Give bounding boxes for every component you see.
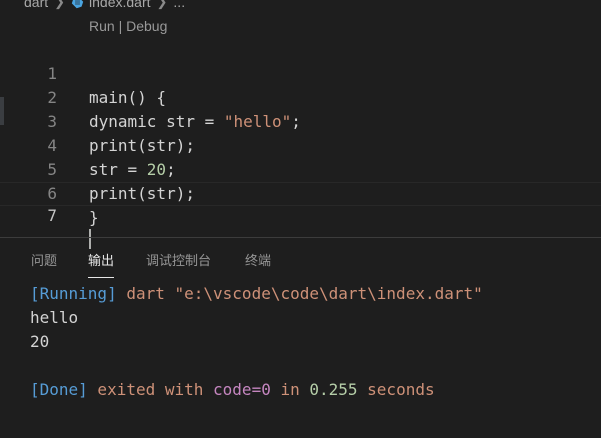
- exit-code: code=0: [213, 380, 271, 399]
- current-code-line: 7: [0, 182, 601, 249]
- running-command: dart "e:\vscode\code\dart\index.dart": [116, 284, 483, 303]
- run-codelens[interactable]: Run: [89, 18, 115, 34]
- tab-terminal[interactable]: 终端: [245, 249, 271, 277]
- output-blank-line: [30, 354, 483, 378]
- output-line: 20: [30, 332, 50, 351]
- code-line: 6 }: [0, 158, 601, 227]
- panel-divider: [0, 237, 601, 238]
- code-text: [89, 227, 91, 249]
- output-panel[interactable]: [Running] dart "e:\vscode\code\dart\inde…: [30, 282, 483, 402]
- codelens: Run | Debug: [89, 18, 167, 34]
- code-editor[interactable]: 1 main() { 2 dynamic str = "hello"; 3 pr…: [0, 38, 601, 249]
- breadcrumb-file[interactable]: index.dart: [89, 0, 150, 10]
- code-line: 5 print(str);: [0, 134, 601, 203]
- output-text: exited with: [87, 380, 214, 399]
- text-cursor: [89, 228, 91, 249]
- tab-output[interactable]: 输出: [88, 249, 115, 278]
- code-line: 2 dynamic str = "hello";: [0, 62, 601, 131]
- chevron-right-icon: ❯: [156, 0, 168, 9]
- output-text: seconds: [357, 380, 435, 399]
- output-line: [Running] dart "e:\vscode\code\dart\inde…: [30, 282, 483, 306]
- code-line: 3 print(str);: [0, 86, 601, 155]
- code-line: 4 str = 20;: [0, 110, 601, 179]
- line-number: 7: [47, 206, 57, 225]
- debug-codelens[interactable]: Debug: [126, 18, 167, 34]
- running-tag: [Running]: [30, 284, 117, 303]
- output-text: in: [270, 380, 310, 399]
- tab-problems[interactable]: 问题: [31, 249, 57, 277]
- dart-file-icon: [71, 0, 84, 8]
- codelens-separator: |: [114, 18, 127, 34]
- done-tag: [Done]: [30, 380, 88, 399]
- breadcrumb: dart ❯ index.dart ❯ ...: [0, 0, 601, 13]
- breadcrumb-folder[interactable]: dart: [0, 0, 48, 10]
- output-line: hello: [30, 308, 79, 327]
- tab-debug-console[interactable]: 调试控制台: [146, 249, 211, 277]
- elapsed-time: 0.255: [309, 380, 358, 399]
- breadcrumb-more[interactable]: ...: [173, 0, 185, 10]
- code-line: 1 main() {: [0, 38, 601, 107]
- chevron-right-icon: ❯: [54, 0, 66, 9]
- output-line: [Done] exited with code=0 in 0.255 secon…: [30, 378, 483, 402]
